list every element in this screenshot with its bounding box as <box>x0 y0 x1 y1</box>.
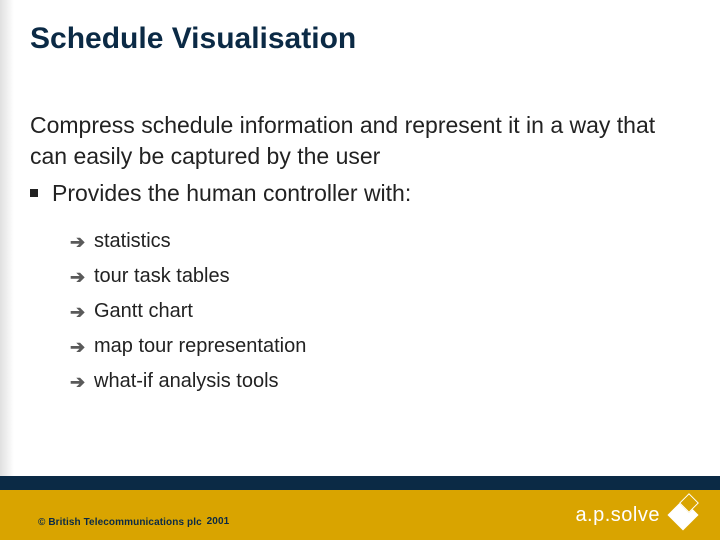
copyright-text: © British Telecommunications plc 2001 <box>38 517 229 528</box>
square-bullet-icon <box>30 189 38 197</box>
footer: © British Telecommunications plc 2001 a.… <box>0 476 720 540</box>
logo: a.p.solve <box>575 498 700 532</box>
list-item: ➔ Gantt chart <box>70 296 680 327</box>
footer-stripe-dark <box>0 476 720 490</box>
sub-item-text: Gantt chart <box>94 296 193 327</box>
arrow-right-icon: ➔ <box>70 303 88 321</box>
slide-title: Schedule Visualisation <box>30 22 356 56</box>
sub-item-text: statistics <box>94 226 171 257</box>
footer-stripe-gold: © British Telecommunications plc 2001 a.… <box>0 490 720 540</box>
list-item: ➔ tour task tables <box>70 261 680 292</box>
copyright-prefix: © British Telecommunications plc <box>38 517 202 528</box>
intro-text: Compress schedule information and repres… <box>30 110 680 172</box>
arrow-right-icon: ➔ <box>70 268 88 286</box>
copyright-year: 2001 <box>207 516 230 527</box>
sub-item-text: what-if analysis tools <box>94 366 279 397</box>
sub-item-text: map tour representation <box>94 331 306 362</box>
bullet-level1: Provides the human controller with: <box>30 178 680 209</box>
list-item: ➔ statistics <box>70 226 680 257</box>
sub-bullet-list: ➔ statistics ➔ tour task tables ➔ Gantt … <box>70 226 680 401</box>
level1-text: Provides the human controller with: <box>52 180 411 206</box>
logo-text: a.p.solve <box>575 504 660 527</box>
logo-diamond-icon <box>666 498 700 532</box>
slide: Schedule Visualisation Compress schedule… <box>0 0 720 540</box>
list-item: ➔ what-if analysis tools <box>70 366 680 397</box>
sub-item-text: tour task tables <box>94 261 230 292</box>
list-item: ➔ map tour representation <box>70 331 680 362</box>
arrow-right-icon: ➔ <box>70 338 88 356</box>
arrow-right-icon: ➔ <box>70 373 88 391</box>
left-gradient <box>0 0 14 540</box>
arrow-right-icon: ➔ <box>70 233 88 251</box>
